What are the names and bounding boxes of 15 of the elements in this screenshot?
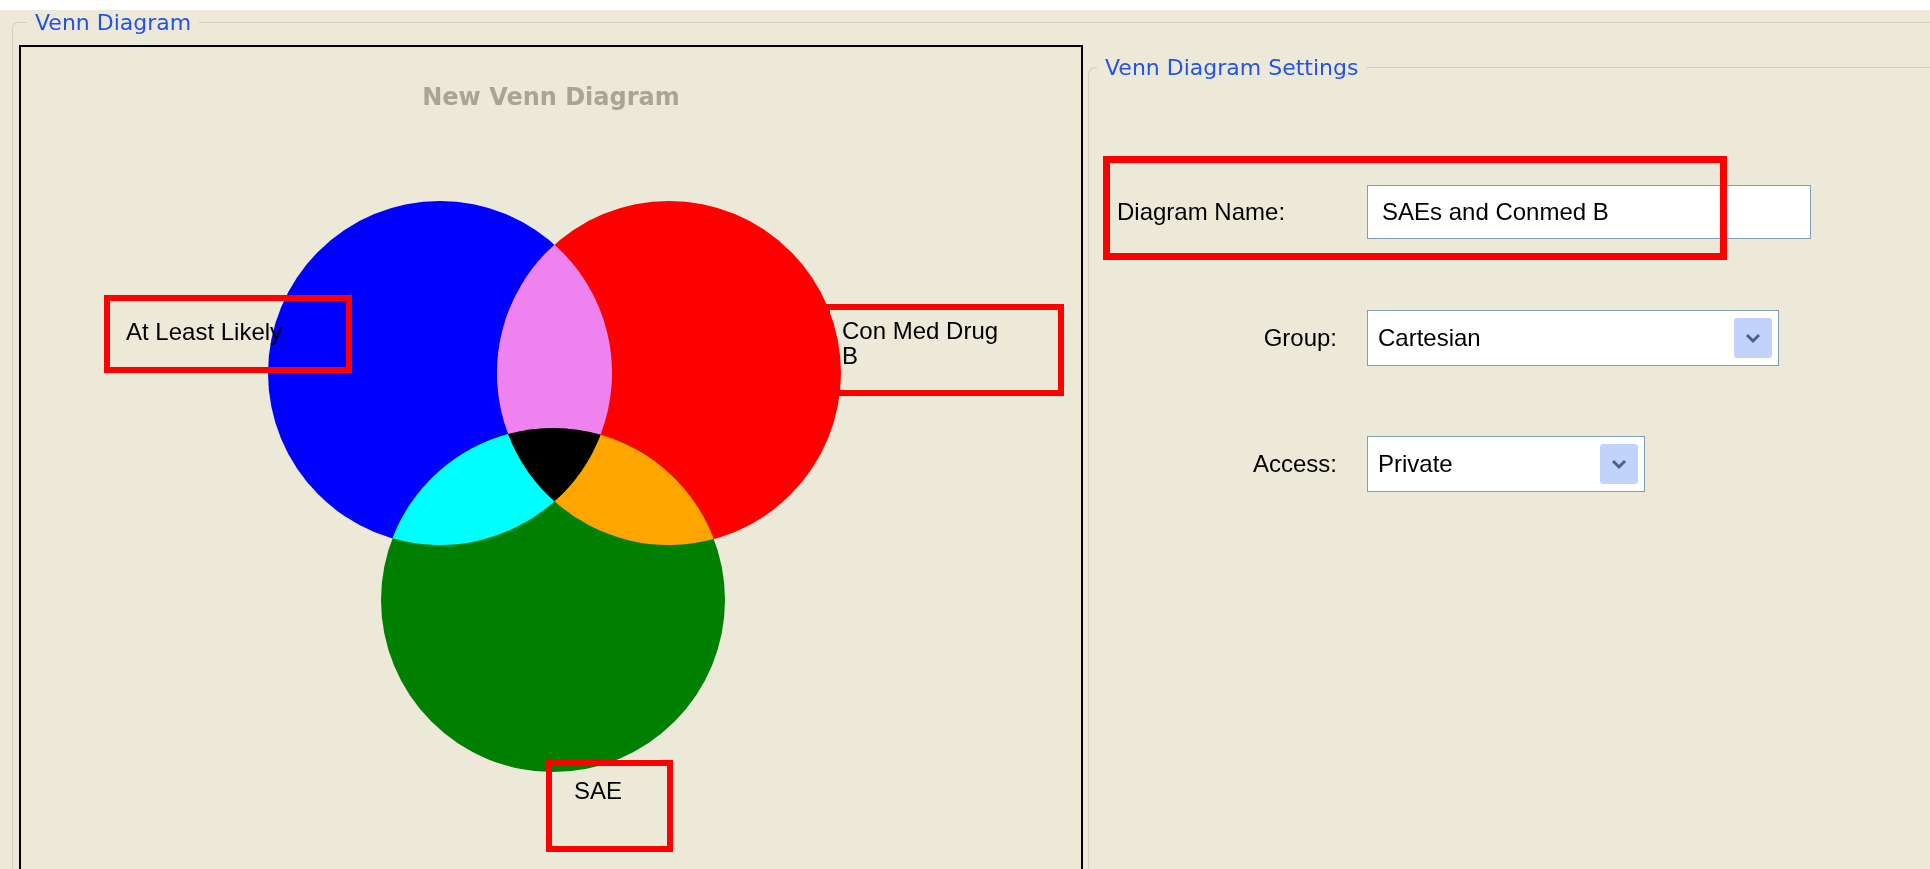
chevron-down-icon xyxy=(1745,332,1761,344)
settings-title: Venn Diagram Settings xyxy=(1104,55,1360,80)
field-label: Diagram Name: xyxy=(1116,198,1287,226)
dropdown-arrow-button[interactable] xyxy=(1600,444,1638,484)
set-label: SAE xyxy=(546,760,673,852)
panel-title: Venn Diagram xyxy=(34,10,193,35)
dropdown[interactable]: Cartesian xyxy=(1367,310,1779,366)
dropdown[interactable]: Private xyxy=(1367,436,1645,492)
field-label: Access: xyxy=(1251,450,1337,478)
set-label: Con Med Drug B xyxy=(824,304,1064,396)
diagram-title: New Venn Diagram xyxy=(421,83,681,111)
chevron-down-icon xyxy=(1611,458,1627,470)
field-label: Group: xyxy=(1262,324,1337,352)
name-field[interactable]: SAEs and Conmed B xyxy=(1367,185,1811,239)
dropdown-arrow-button[interactable] xyxy=(1734,318,1772,358)
